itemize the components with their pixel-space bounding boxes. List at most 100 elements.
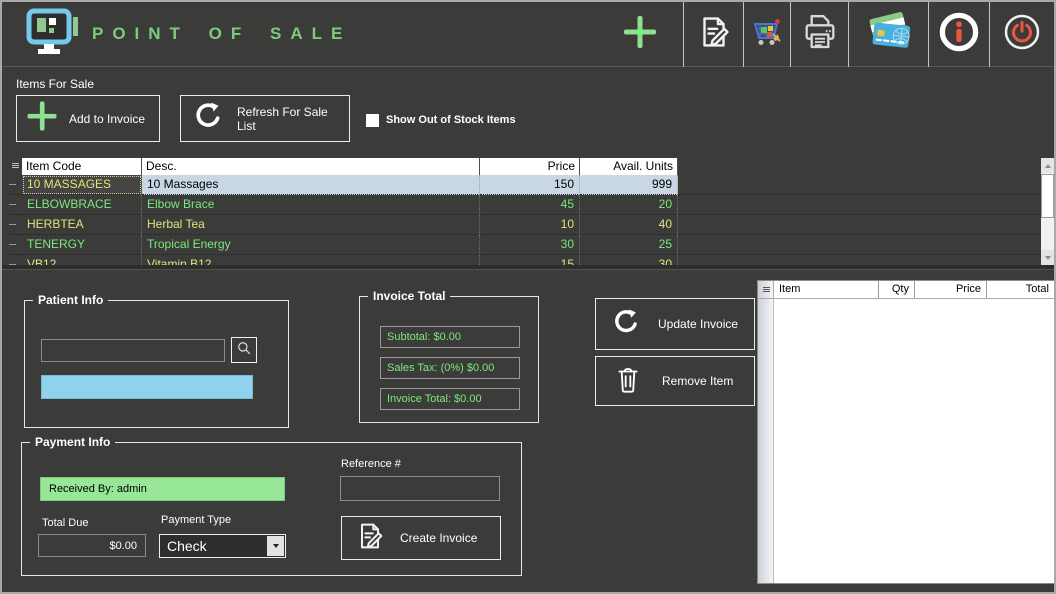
row-filler	[678, 215, 1054, 235]
power-icon	[1002, 12, 1042, 57]
table-row[interactable]: HERBTEA Herbal Tea 10 40	[9, 215, 1054, 235]
row-selector[interactable]	[9, 175, 22, 195]
grid-handle-icon	[12, 163, 19, 164]
create-invoice-icon	[354, 520, 386, 557]
cell-desc: 10 Massages	[142, 175, 480, 195]
grid-header-filler	[678, 158, 1054, 175]
info-icon	[938, 11, 980, 58]
show-out-of-stock-checkbox[interactable]	[366, 114, 379, 127]
printer-icon	[800, 12, 840, 57]
refresh-for-sale-list-button[interactable]: Refresh For Sale List	[180, 95, 350, 142]
column-header-desc[interactable]: Desc.	[142, 158, 480, 175]
chevron-down-icon	[273, 544, 279, 548]
cell-item-code: VB12	[22, 255, 142, 265]
groupbox-label: Invoice Total	[368, 289, 450, 303]
cell-price: 10	[480, 215, 580, 235]
column-header-item-code[interactable]: Item Code	[22, 158, 142, 175]
payment-info-groupbox: Payment Info Received By: admin Total Du…	[21, 442, 522, 576]
column-header-avail-units[interactable]: Avail. Units	[580, 158, 678, 175]
trash-icon	[614, 364, 642, 399]
items-for-sale-section: Items For Sale Add to Invoice Refresh Fo…	[2, 68, 1054, 158]
add-new-button[interactable]	[597, 2, 683, 67]
items-for-sale-grid: Item Code Desc. Price Avail. Units 10 MA…	[9, 158, 1054, 265]
grid-vertical-scrollbar[interactable]	[1041, 158, 1054, 265]
row-selector[interactable]	[9, 255, 22, 265]
shopping-cart-button[interactable]	[743, 2, 790, 67]
info-button[interactable]	[928, 2, 989, 67]
column-header-total[interactable]: Total	[987, 281, 1054, 298]
button-label: Remove Item	[662, 374, 733, 388]
row-selector[interactable]	[9, 195, 22, 215]
column-header-item[interactable]: Item	[774, 281, 879, 298]
cell-item-code: HERBTEA	[22, 215, 142, 235]
edit-invoice-icon	[695, 13, 733, 56]
edit-invoice-button[interactable]	[683, 2, 743, 67]
plus-icon	[25, 99, 59, 138]
reference-number-field[interactable]	[340, 476, 500, 501]
table-row-selected[interactable]: 10 MASSAGES 10 Massages 150 999	[9, 175, 1054, 195]
table-row[interactable]: VB12 Vitamin B12 15 30	[9, 255, 1054, 265]
invoice-grid-body	[758, 299, 1054, 583]
remove-item-button[interactable]: Remove Item	[595, 356, 755, 406]
button-label: Add to Invoice	[69, 112, 145, 126]
button-label: Refresh For Sale List	[237, 105, 349, 133]
cell-price: 30	[480, 235, 580, 255]
refresh-icon	[610, 306, 642, 343]
row-selector[interactable]	[9, 235, 22, 255]
invoice-total-display: Invoice Total: $0.00	[380, 388, 520, 410]
toolbar	[597, 2, 1054, 67]
row-selector-column	[758, 299, 774, 583]
scrollbar-thumb[interactable]	[1041, 174, 1054, 218]
cell-item-code: ELBOWBRACE	[22, 195, 142, 215]
cell-price: 15	[480, 255, 580, 265]
cell-avail-units: 30	[580, 255, 678, 265]
patient-info-groupbox: Patient Info	[24, 300, 289, 428]
cell-avail-units: 999	[580, 175, 678, 195]
grid-header-row: Item Qty Price Total	[758, 281, 1054, 299]
scroll-up-arrow-icon[interactable]	[1041, 158, 1054, 173]
button-label: Update Invoice	[658, 317, 738, 331]
cell-avail-units: 40	[580, 215, 678, 235]
table-row[interactable]: TENERGY Tropical Energy 30 25	[9, 235, 1054, 255]
print-button[interactable]	[790, 2, 848, 67]
cell-desc: Elbow Brace	[142, 195, 480, 215]
search-icon	[235, 339, 253, 362]
column-header-price[interactable]: Price	[915, 281, 987, 298]
payment-type-label: Payment Type	[161, 514, 231, 526]
row-filler	[678, 255, 1054, 265]
row-selector[interactable]	[9, 215, 22, 235]
column-header-price[interactable]: Price	[480, 158, 580, 175]
patient-search-button[interactable]	[231, 337, 257, 363]
credit-cards-icon	[863, 10, 915, 59]
add-to-invoice-button[interactable]: Add to Invoice	[16, 95, 160, 142]
cell-price: 150	[480, 175, 580, 195]
total-due-field[interactable]	[38, 534, 146, 557]
cell-avail-units: 20	[580, 195, 678, 215]
sales-tax-display: Sales Tax: (0%) $0.00	[380, 357, 520, 379]
received-by-display: Received By: admin	[40, 477, 285, 501]
row-filler	[678, 175, 1054, 195]
invoice-total-groupbox: Invoice Total Subtotal: $0.00 Sales Tax:…	[359, 296, 539, 423]
patient-search-input[interactable]	[41, 339, 225, 362]
groupbox-label: Payment Info	[30, 435, 115, 449]
payment-cards-button[interactable]	[848, 2, 928, 67]
scroll-down-arrow-icon[interactable]	[1041, 250, 1054, 265]
table-row[interactable]: ELBOWBRACE Elbow Brace 45 20	[9, 195, 1054, 215]
checkbox-label: Show Out of Stock Items	[386, 114, 516, 126]
update-invoice-button[interactable]: Update Invoice	[595, 298, 755, 350]
create-invoice-button[interactable]: Create Invoice	[341, 516, 501, 560]
subtotal-display: Subtotal: $0.00	[380, 326, 520, 348]
current-invoice-grid: Item Qty Price Total	[757, 280, 1055, 584]
cell-item-code: TENERGY	[22, 235, 142, 255]
invoice-section: Patient Info Invoice Total Subtotal: $0.…	[2, 269, 1054, 592]
shopping-cart-icon	[749, 14, 785, 55]
row-filler	[678, 235, 1054, 255]
payment-type-dropdown[interactable]: Check	[159, 534, 286, 558]
dropdown-arrow-button[interactable]	[267, 536, 284, 556]
cell-price: 45	[480, 195, 580, 215]
power-button[interactable]	[989, 2, 1054, 67]
grid-corner-cell	[9, 158, 22, 175]
grid-header-row: Item Code Desc. Price Avail. Units	[9, 158, 1054, 175]
cell-desc: Herbal Tea	[142, 215, 480, 235]
column-header-qty[interactable]: Qty	[879, 281, 915, 298]
